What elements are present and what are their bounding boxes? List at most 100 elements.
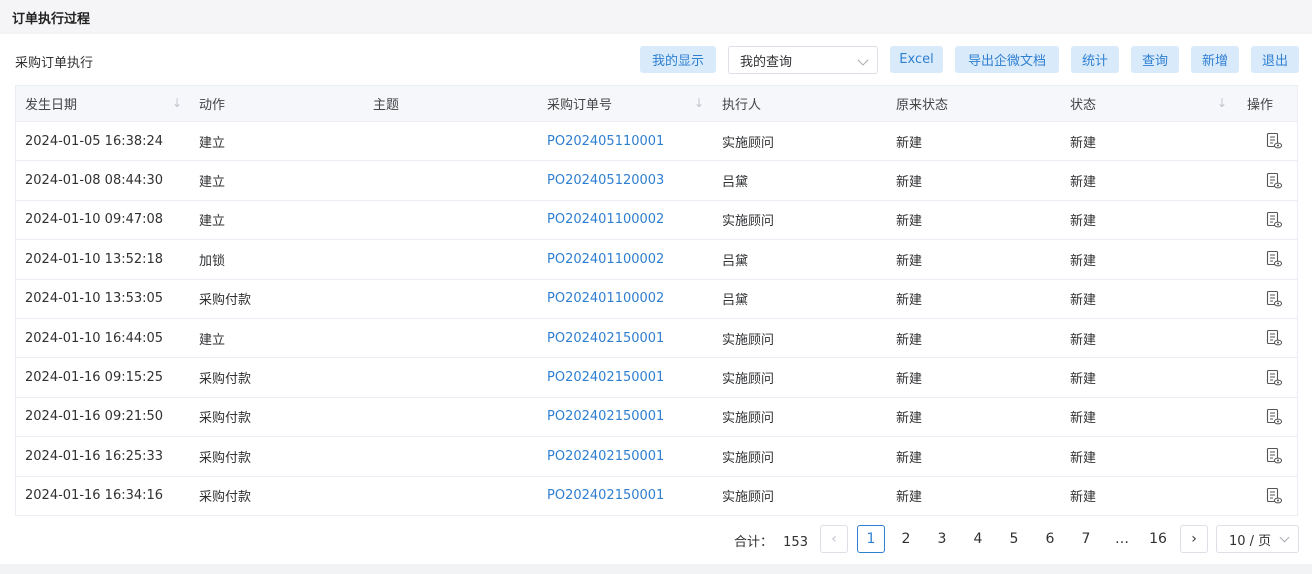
table-row[interactable]: 2024-01-16 16:34:16 采购付款 PO202402150001 实施顾…	[16, 477, 1297, 516]
section-label: 采购订单执行	[15, 56, 94, 71]
excel-button[interactable]: Excel	[890, 46, 943, 73]
exit-button[interactable]: 退出	[1251, 46, 1299, 73]
column-header-date[interactable]: 发生日期 ↓	[16, 86, 190, 121]
po-link[interactable]: PO202402150001	[538, 398, 712, 436]
page-title: 订单执行过程	[0, 0, 1312, 32]
prev-status-cell: 新建	[896, 490, 923, 506]
view-document-icon[interactable]	[1265, 487, 1283, 505]
table-row[interactable]: 2024-01-05 16:38:24 建立 PO202405110001 实施顾问 新…	[16, 122, 1297, 162]
po-link[interactable]: PO202405110001	[538, 122, 712, 160]
chevron-right-icon: ›	[1191, 531, 1197, 547]
date-cell: 2024-01-10 16:44:05	[25, 330, 164, 346]
chevron-down-icon	[1279, 532, 1290, 543]
table-row[interactable]: 2024-01-16 09:21:50 采购付款 PO202402150001 实施顾…	[16, 398, 1299, 438]
status-cell: 新建	[1070, 293, 1097, 309]
po-link[interactable]: PO202405120003	[538, 161, 712, 199]
po-link[interactable]: PO202401100002	[538, 280, 712, 318]
po-link[interactable]: PO202402150001	[538, 477, 712, 515]
column-header-label: 操作	[1247, 98, 1274, 113]
executor-cell: 吕黛	[722, 293, 749, 309]
view-document-icon[interactable]	[1265, 447, 1283, 465]
export-wecom-button[interactable]: 导出企微文档	[955, 46, 1059, 73]
po-link[interactable]: PO202401100002	[538, 240, 712, 278]
operation-cell	[1235, 398, 1299, 436]
subject-cell	[364, 477, 538, 515]
status-cell: 新建	[1070, 372, 1097, 388]
page-number-6[interactable]: 6	[1036, 525, 1064, 553]
action-cell: 加锁	[199, 253, 226, 269]
executor-cell: 实施顾问	[722, 450, 775, 466]
view-document-icon[interactable]	[1265, 408, 1283, 426]
sort-arrow-icon[interactable]: ↓	[694, 96, 704, 112]
chevron-down-icon	[857, 54, 869, 66]
sort-arrow-icon[interactable]: ↓	[172, 96, 182, 112]
page-ellipsis[interactable]: …	[1108, 525, 1136, 553]
date-cell: 2024-01-10 13:53:05	[25, 291, 164, 307]
po-link[interactable]: PO202402150001	[538, 358, 712, 396]
table-row[interactable]: 2024-01-10 13:52:18 加锁 PO202401100002 吕黛 新建 新…	[16, 240, 1297, 280]
executor-cell: 实施顾问	[722, 490, 775, 506]
chevron-left-icon: ‹	[831, 531, 837, 547]
prev-status-cell: 新建	[896, 372, 923, 388]
column-header-label: 主题	[373, 98, 400, 113]
page-number-3[interactable]: 3	[928, 525, 956, 553]
executor-cell: 吕黛	[722, 175, 749, 191]
view-document-icon[interactable]	[1265, 211, 1283, 229]
column-header-label: 执行人	[722, 98, 762, 113]
column-header-action: 动作	[190, 86, 364, 121]
pagination: 合计： 153 ‹ 1 2 3 4 5 6 7 … 16 › 10 / 页	[0, 524, 1312, 554]
view-document-icon[interactable]	[1265, 329, 1283, 347]
action-cell: 建立	[199, 135, 226, 151]
table-row[interactable]: 2024-01-10 13:53:05 采购付款 PO202401100002 吕黛 新…	[16, 280, 1297, 319]
page-number-16[interactable]: 16	[1144, 525, 1172, 553]
executor-cell: 吕黛	[722, 253, 749, 269]
table-row[interactable]: 2024-01-10 09:47:08 建立 PO202401100002 实施顾问 新…	[16, 201, 1299, 241]
sort-arrow-icon[interactable]: ↓	[1217, 96, 1227, 112]
next-page-button[interactable]: ›	[1180, 525, 1208, 553]
operation-cell	[1235, 201, 1299, 239]
page-size-select[interactable]: 10 / 页	[1216, 525, 1299, 553]
po-link[interactable]: PO202402150001	[538, 437, 712, 475]
column-header-status[interactable]: 状态 ↓	[1061, 86, 1235, 121]
operation-cell	[1235, 437, 1299, 475]
view-document-icon[interactable]	[1265, 132, 1283, 150]
prev-status-cell: 新建	[896, 450, 923, 466]
page-number-4[interactable]: 4	[964, 525, 992, 553]
total-value: 153	[783, 535, 808, 550]
prev-status-cell: 新建	[896, 411, 923, 427]
date-cell: 2024-01-10 09:47:08	[25, 212, 164, 228]
executor-cell: 实施顾问	[722, 411, 775, 427]
view-document-icon[interactable]	[1265, 250, 1283, 268]
po-link[interactable]: PO202401100002	[538, 201, 712, 239]
executor-cell: 实施顾问	[722, 372, 775, 388]
table-row[interactable]: 2024-01-16 09:15:25 采购付款 PO202402150001 实施顾…	[16, 358, 1297, 398]
prev-status-cell: 新建	[896, 332, 923, 348]
table-row[interactable]: 2024-01-16 16:25:33 采购付款 PO202402150001 实施顾…	[16, 437, 1299, 477]
add-button[interactable]: 新增	[1191, 46, 1239, 73]
page-number-5[interactable]: 5	[1000, 525, 1028, 553]
query-button[interactable]: 查询	[1131, 46, 1179, 73]
action-cell: 建立	[199, 332, 226, 348]
table-row[interactable]: 2024-01-08 08:44:30 建立 PO202405120003 吕黛 新建 新…	[16, 161, 1297, 201]
column-header-po[interactable]: 采购订单号 ↓	[538, 86, 712, 121]
prev-status-cell: 新建	[896, 135, 923, 151]
executor-cell: 实施顾问	[722, 135, 775, 151]
my-display-button[interactable]: 我的显示	[640, 46, 716, 73]
po-link[interactable]: PO202402150001	[538, 319, 712, 357]
executor-cell: 实施顾问	[722, 214, 775, 230]
stats-button[interactable]: 统计	[1071, 46, 1119, 73]
view-document-icon[interactable]	[1265, 290, 1283, 308]
operation-cell	[1235, 280, 1299, 318]
my-query-select[interactable]: 我的查询	[728, 46, 878, 74]
prev-page-button[interactable]: ‹	[820, 525, 848, 553]
order-execution-table: 发生日期 ↓ 动作 主题 采购订单号 ↓ 执行人 原来状态 状态 ↓ 操作 20…	[15, 85, 1298, 516]
page-number-1[interactable]: 1	[857, 525, 885, 553]
page-number-2[interactable]: 2	[892, 525, 920, 553]
view-document-icon[interactable]	[1265, 172, 1283, 190]
subject-cell	[364, 358, 538, 396]
table-row[interactable]: 2024-01-10 16:44:05 建立 PO202402150001 实施顾问 新…	[16, 319, 1297, 359]
prev-status-cell: 新建	[896, 253, 923, 269]
subject-cell	[364, 280, 538, 318]
page-number-7[interactable]: 7	[1072, 525, 1100, 553]
view-document-icon[interactable]	[1265, 369, 1283, 387]
